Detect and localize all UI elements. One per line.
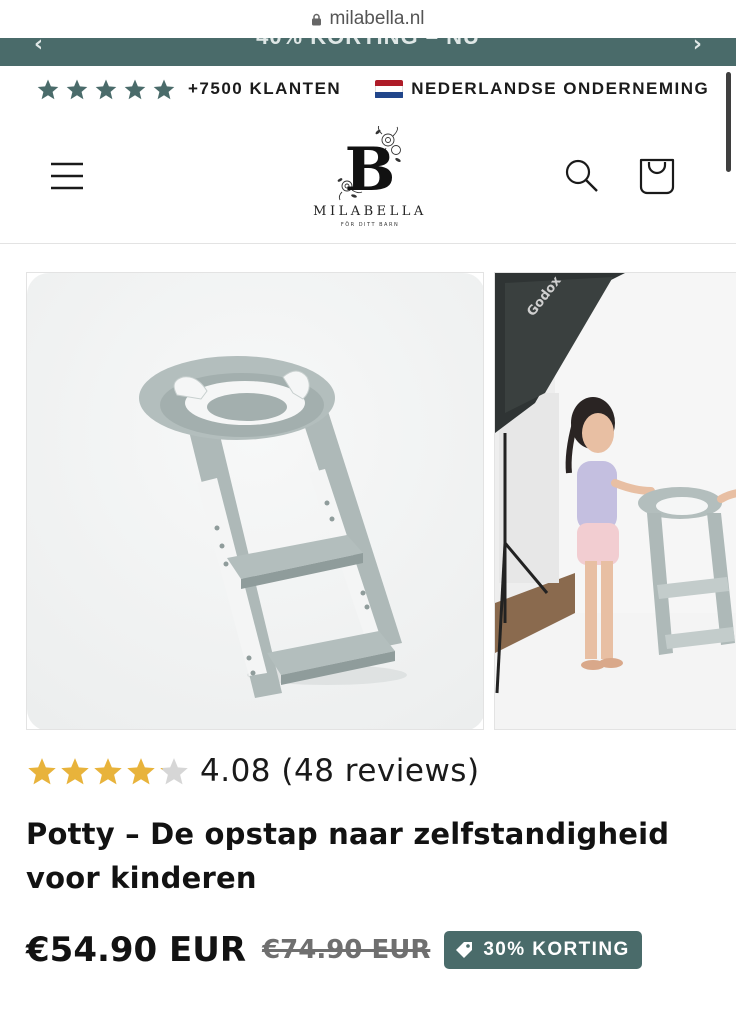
product-gallery[interactable]: Godox: [0, 272, 736, 730]
star-icon: [153, 79, 175, 99]
company-label: NEDERLANDSE ONDERNEMING: [411, 79, 710, 98]
potty-ladder-product-image[interactable]: [26, 272, 484, 730]
star-icon: [66, 79, 88, 99]
price-row: €54.90 EUR €74.90 EUR 30% KORTING: [26, 928, 642, 972]
review-summary: 4.08 (48 reviews): [200, 753, 480, 789]
logo-monogram: B: [337, 123, 401, 205]
star-icon: [28, 757, 56, 784]
star-icon: [61, 757, 89, 784]
star-icon: [160, 757, 188, 784]
sale-price: €54.90 EUR: [26, 930, 247, 970]
chevron-right-icon[interactable]: ›: [693, 38, 702, 57]
url-text: milabella.nl: [329, 8, 425, 29]
review-stars: [26, 756, 190, 787]
logo-letter: B: [345, 135, 396, 204]
brand-name: MILABELLA: [313, 204, 427, 219]
discount-badge: 30% KORTING: [444, 931, 642, 969]
customers-count: +7500 KLANTEN: [188, 79, 342, 98]
star-icon: [127, 757, 155, 784]
brand-tagline: FÖR DITT BARN: [340, 222, 400, 228]
announcement-bar: ‹ 40% KORTING – NU ›: [0, 38, 736, 66]
hamburger-menu-icon[interactable]: [50, 160, 84, 192]
trust-stars: [36, 78, 176, 101]
lock-icon: [312, 13, 322, 25]
browser-url-bar[interactable]: milabella.nl: [0, 0, 736, 38]
page-scrollbar[interactable]: [726, 72, 731, 172]
cart-icon[interactable]: [638, 156, 676, 196]
search-icon[interactable]: [564, 158, 600, 194]
compare-price: €74.90 EUR: [262, 935, 431, 965]
dutch-flag-icon: [375, 79, 404, 99]
trust-bar: +7500 KLANTEN NEDERLANDSE ONDERNEMING: [0, 66, 736, 112]
star-icon: [95, 79, 117, 99]
lifestyle-photo-illustration: Godox: [495, 273, 736, 729]
potty-ladder-illustration: [27, 273, 483, 729]
site-header: B MILABELLA FÖR DITT BARN: [0, 112, 736, 244]
star-icon: [37, 79, 59, 99]
girl-with-potty-ladder-image[interactable]: Godox: [494, 272, 736, 730]
site-logo[interactable]: B MILABELLA FÖR DITT BARN: [290, 123, 450, 236]
announcement-text: 40% KORTING – NU: [0, 38, 736, 50]
discount-label: 30% KORTING: [483, 939, 630, 960]
flag-blue-stripe: [375, 92, 404, 99]
product-title: Potty – De opstap naar zelfstandigheid v…: [26, 817, 670, 895]
star-icon: [124, 79, 146, 99]
product-rating[interactable]: 4.08 (48 reviews): [26, 748, 480, 794]
tag-icon: [456, 942, 473, 958]
star-icon: [94, 757, 122, 784]
